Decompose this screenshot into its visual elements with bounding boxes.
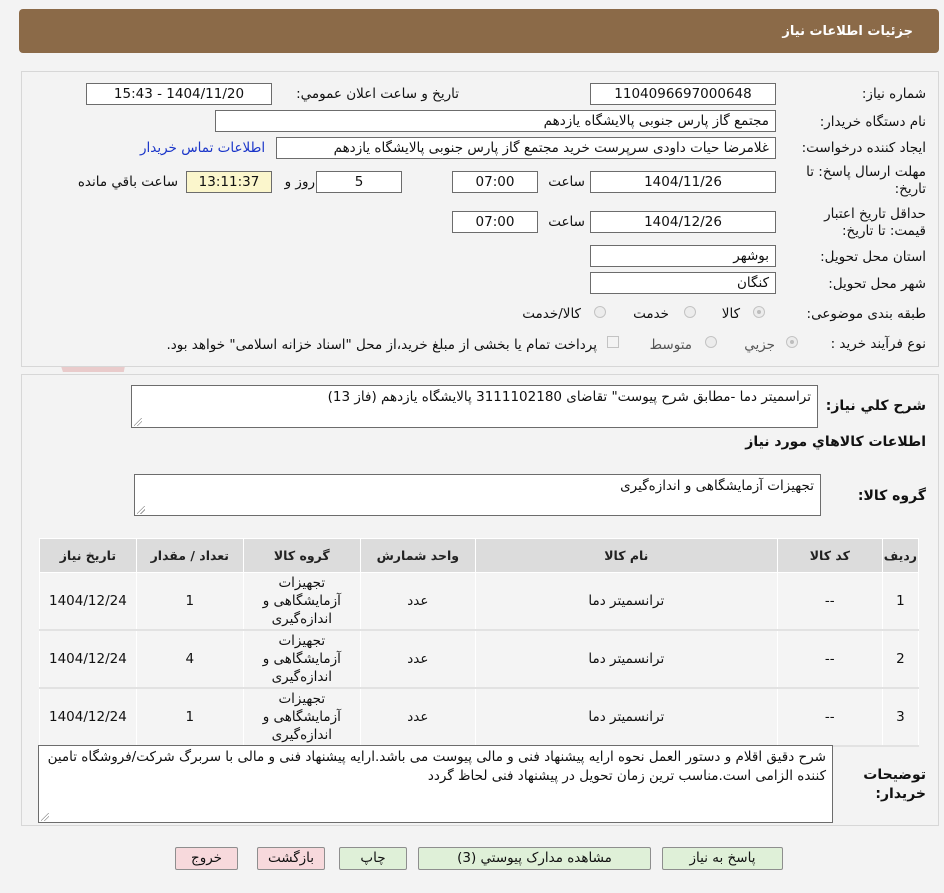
cell-row-number: 3 bbox=[881, 687, 920, 747]
delivery-province-label: استان محل تحويل: bbox=[820, 249, 926, 265]
cell-item-name: ترانسمیتر دما bbox=[474, 687, 778, 747]
cell-row-number: 1 bbox=[881, 572, 920, 631]
purchase-medium-label: متوسط bbox=[649, 337, 692, 353]
cell-item-name: ترانسمیتر دما bbox=[474, 572, 778, 631]
cell-item-code: -- bbox=[776, 572, 883, 631]
announce-datetime-label: تاريخ و ساعت اعلان عمومي: bbox=[296, 86, 459, 102]
header-item-group: گروه کالا bbox=[242, 538, 361, 573]
cell-quantity: 4 bbox=[135, 629, 244, 689]
header-need-date: تاريخ نياز bbox=[39, 538, 137, 573]
goods-table: رديف کد کالا نام کالا واحد شمارش گروه کا… bbox=[39, 538, 920, 747]
province-field: بوشهر bbox=[590, 245, 776, 267]
table-row: 1 -- ترانسمیتر دما عدد تجهیزات آزمایشگاه… bbox=[39, 572, 920, 631]
category-goods-label: کالا bbox=[721, 306, 740, 322]
buyer-org-label: نام دستگاه خريدار: bbox=[819, 114, 926, 130]
goods-group-label: گروه کالا: bbox=[857, 488, 926, 504]
buyer-org-field: مجتمع گاز پارس جنوبی پالایشگاه یازدهم bbox=[215, 110, 776, 132]
category-service-radio[interactable] bbox=[684, 306, 696, 318]
description-label: شرح کلي نياز: bbox=[825, 398, 926, 414]
goods-group-text: تجهیزات آزمایشگاهی و اندازه‌گیری bbox=[620, 478, 814, 494]
purchase-minor-label: جزيي bbox=[744, 337, 775, 353]
cell-need-date: 1404/12/24 bbox=[39, 629, 137, 689]
resize-grip-icon[interactable] bbox=[137, 506, 145, 514]
header-row-number: رديف bbox=[881, 538, 920, 573]
cell-unit: عدد bbox=[359, 572, 476, 631]
cell-item-group: تجهیزات آزمایشگاهی و اندازه‌گیری bbox=[242, 572, 361, 631]
need-number-field: 1104096697000648 bbox=[590, 83, 776, 105]
purchase-type-label: نوع فرآیند خرید : bbox=[830, 336, 926, 352]
goods-group-textarea: تجهیزات آزمایشگاهی و اندازه‌گیری bbox=[134, 474, 821, 516]
validity-time-field: 07:00 bbox=[452, 211, 538, 233]
category-goods-radio[interactable] bbox=[753, 306, 765, 318]
cell-item-name: ترانسمیتر دما bbox=[474, 629, 778, 689]
header-item-name: نام کالا bbox=[474, 538, 778, 573]
cell-quantity: 1 bbox=[135, 572, 244, 631]
table-row: 3 -- ترانسمیتر دما عدد تجهیزات آزمایشگاه… bbox=[39, 687, 920, 747]
send-date-field: 1404/11/26 bbox=[590, 171, 776, 193]
validity-date-field: 1404/12/26 bbox=[590, 211, 776, 233]
description-textarea: تراسمیتر دما -مطابق شرح پیوست" تقاضای 31… bbox=[131, 385, 818, 428]
price-validity-label: حداقل تاريخ اعتبار قيمت: تا تاريخ: bbox=[824, 206, 926, 239]
resize-grip-icon[interactable] bbox=[41, 813, 49, 821]
need-number-label: شماره نياز: bbox=[861, 86, 926, 102]
requester-field: غلامرضا حیات داودی سرپرست خرید مجتمع گاز… bbox=[276, 137, 776, 159]
page-title: جزئيات اطلاعات نياز bbox=[782, 24, 913, 39]
buyer-notes-textarea: شرح دقیق اقلام و دستور العمل نحوه ارایه … bbox=[38, 745, 833, 823]
purchase-minor-radio[interactable] bbox=[786, 336, 798, 348]
requester-label: ايجاد کننده درخواست: bbox=[801, 140, 926, 156]
cell-row-number: 2 bbox=[881, 629, 920, 689]
cell-unit: عدد bbox=[359, 687, 476, 747]
buyer-notes-text: شرح دقیق اقلام و دستور العمل نحوه ارایه … bbox=[47, 749, 826, 784]
cell-item-code: -- bbox=[776, 629, 883, 689]
contact-info-link[interactable]: اطلاعات تماس خريدار bbox=[140, 140, 265, 156]
header-item-code: کد کالا bbox=[776, 538, 883, 573]
treasury-bond-checkbox[interactable] bbox=[607, 336, 619, 348]
send-time-field: 07:00 bbox=[452, 171, 538, 193]
header-unit: واحد شمارش bbox=[359, 538, 476, 573]
view-attachments-button[interactable]: مشاهده مدارک پيوستي (3) bbox=[418, 847, 651, 870]
category-service-label: خدمت bbox=[633, 306, 669, 322]
cell-item-group: تجهیزات آزمایشگاهی و اندازه‌گیری bbox=[242, 629, 361, 689]
purchase-medium-radio[interactable] bbox=[705, 336, 717, 348]
delivery-city-label: شهر محل تحويل: bbox=[828, 276, 926, 292]
print-button[interactable]: چاپ bbox=[339, 847, 407, 870]
category-goods-service-radio[interactable] bbox=[594, 306, 606, 318]
category-label: طبقه بندی موضوعی: bbox=[806, 306, 926, 322]
description-text: تراسمیتر دما -مطابق شرح پیوست" تقاضای 31… bbox=[327, 389, 811, 405]
buyer-notes-label: توضيحات خريدار: bbox=[863, 767, 926, 802]
time-remaining-label: ساعت باقي مانده bbox=[77, 174, 178, 190]
cell-need-date: 1404/12/24 bbox=[39, 572, 137, 631]
days-field: 5 bbox=[316, 171, 402, 193]
treasury-bond-note: پرداخت تمام يا بخشی از مبلغ خريد،از محل … bbox=[166, 337, 597, 353]
header-quantity: تعداد / مقدار bbox=[135, 538, 244, 573]
day-and-label: روز و bbox=[284, 174, 315, 190]
table-row: 2 -- ترانسمیتر دما عدد تجهیزات آزمایشگاه… bbox=[39, 629, 920, 689]
resize-grip-icon[interactable] bbox=[134, 418, 142, 426]
back-button[interactable]: بازگشت bbox=[257, 847, 325, 870]
page-header: جزئيات اطلاعات نياز bbox=[19, 9, 939, 53]
send-deadline-label: مهلت ارسال پاسخ: تا تاريخ: bbox=[806, 164, 926, 197]
cell-item-group: تجهیزات آزمایشگاهی و اندازه‌گیری bbox=[242, 687, 361, 747]
announce-datetime-field: 1404/11/20 - 15:43 bbox=[86, 83, 272, 105]
cell-quantity: 1 bbox=[135, 687, 244, 747]
remaining-time-field: 13:11:37 bbox=[186, 171, 272, 193]
exit-button[interactable]: خروج bbox=[175, 847, 238, 870]
cell-unit: عدد bbox=[359, 629, 476, 689]
send-time-label: ساعت bbox=[548, 174, 585, 190]
city-field: کنگان bbox=[590, 272, 776, 294]
cell-need-date: 1404/12/24 bbox=[39, 687, 137, 747]
category-goods-service-label: کالا/خدمت bbox=[522, 306, 581, 322]
reply-button[interactable]: پاسخ به نياز bbox=[662, 847, 783, 870]
validity-time-label: ساعت bbox=[548, 214, 585, 230]
cell-item-code: -- bbox=[776, 687, 883, 747]
goods-section-title: اطلاعات کالاهاي مورد نياز bbox=[745, 434, 926, 450]
table-header-row: رديف کد کالا نام کالا واحد شمارش گروه کا… bbox=[39, 538, 920, 573]
